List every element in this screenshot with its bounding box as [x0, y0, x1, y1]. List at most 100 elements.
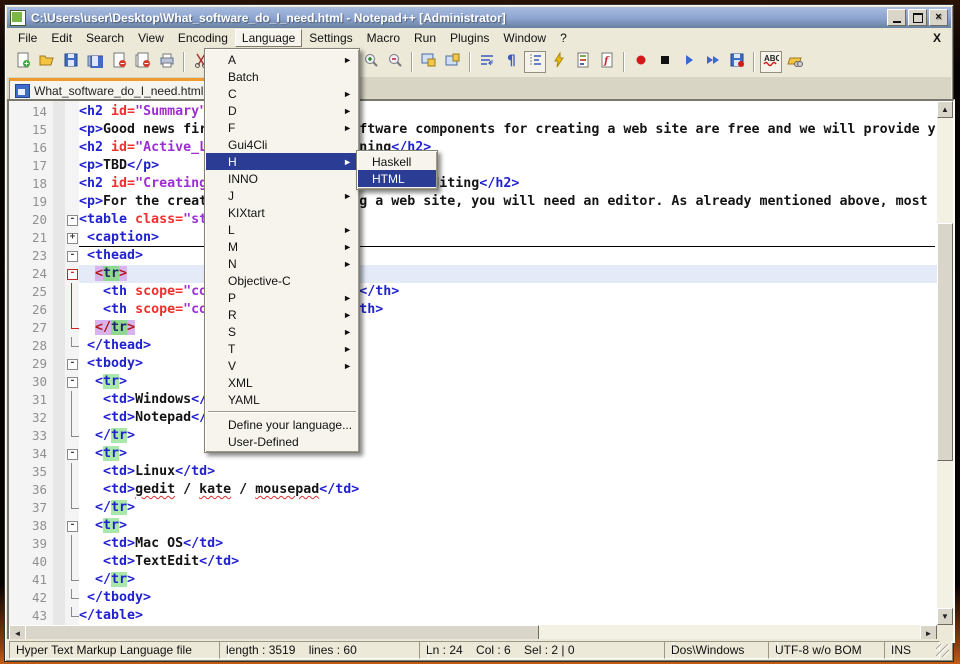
fold-marker-minus[interactable]: -: [65, 265, 79, 283]
language-menu-item-r[interactable]: R►: [206, 306, 358, 323]
language-submenu-item-html[interactable]: HTML: [358, 170, 436, 187]
menubar-item-search[interactable]: Search: [79, 29, 131, 47]
minimize-button[interactable]: [887, 9, 906, 26]
code-line-20[interactable]: 20-<table class="standard-table">: [9, 211, 937, 229]
fold-marker-minus[interactable]: -: [65, 517, 79, 535]
language-menu-item-f[interactable]: F►: [206, 119, 358, 136]
doc-link-button[interactable]: [784, 51, 806, 73]
code-line-18[interactable]: 18<h2 id="Creating diting</h2>: [9, 175, 937, 193]
vertical-scrollbar[interactable]: ▲ ▼: [937, 101, 953, 625]
language-menu-item-batch[interactable]: Batch: [206, 68, 358, 85]
language-menu-item-s[interactable]: S►: [206, 323, 358, 340]
code-line-23[interactable]: 23- <thead>: [9, 247, 937, 265]
menubar-item-file[interactable]: File: [11, 29, 44, 47]
language-menu-item-user-defined[interactable]: User-Defined: [206, 433, 358, 450]
macro-stop-button[interactable]: [654, 51, 676, 73]
code-line-16[interactable]: 16<h2 id="Active_L ning</h2>: [9, 139, 937, 157]
code-line-15[interactable]: 15<p>Good news fir ftware components for…: [9, 121, 937, 139]
resize-grip[interactable]: [936, 644, 949, 657]
menubar-item-run[interactable]: Run: [407, 29, 443, 47]
close-button[interactable]: ×: [929, 9, 948, 26]
language-menu-item-define-your-language-[interactable]: Define your language...: [206, 416, 358, 433]
language-menu-item-gui4cli[interactable]: Gui4Cli: [206, 136, 358, 153]
language-menu-item-a[interactable]: A►: [206, 51, 358, 68]
menubar-item-window[interactable]: Window: [496, 29, 553, 47]
menubar-item-view[interactable]: View: [131, 29, 171, 47]
code-line-34[interactable]: 34- <tr>: [9, 445, 937, 463]
scroll-up-arrow[interactable]: ▲: [937, 101, 953, 118]
new-file-button[interactable]: [12, 51, 34, 73]
sync-vertical-button[interactable]: [418, 51, 440, 73]
code-line-41[interactable]: 41 </tr>: [9, 571, 937, 589]
open-file-button[interactable]: [36, 51, 58, 73]
macro-play-button[interactable]: [678, 51, 700, 73]
menubar-item-help[interactable]: ?: [553, 29, 574, 47]
status-insert-mode[interactable]: INS: [884, 641, 940, 659]
function-completion-button[interactable]: [548, 51, 570, 73]
menubar-item-language[interactable]: Language: [235, 29, 302, 47]
code-line-40[interactable]: 40 <td>TextEdit</td>: [9, 553, 937, 571]
save-button[interactable]: [60, 51, 82, 73]
vertical-scroll-thumb[interactable]: [937, 223, 953, 461]
fold-marker-minus[interactable]: -: [65, 445, 79, 463]
language-menu-item-n[interactable]: N►: [206, 255, 358, 272]
document-map-button[interactable]: [572, 51, 594, 73]
status-eol-format[interactable]: Dos\Windows: [664, 641, 778, 659]
code-line-19[interactable]: 19<p>For the creat g a web site, you wil…: [9, 193, 937, 211]
code-line-14[interactable]: 14<h2 id="Summary">Summary</h2>: [9, 103, 937, 121]
code-line-36[interactable]: 36 <td>gedit / kate / mousepad</td>: [9, 481, 937, 499]
language-submenu-item-haskell[interactable]: Haskell: [358, 153, 436, 170]
language-menu-item-m[interactable]: M►: [206, 238, 358, 255]
language-menu-item-yaml[interactable]: YAML: [206, 391, 358, 408]
code-line-21[interactable]: 21+ <caption>: [9, 229, 937, 247]
macro-record-button[interactable]: [630, 51, 652, 73]
language-menu-item-p[interactable]: P►: [206, 289, 358, 306]
code-line-29[interactable]: 29- <tbody>: [9, 355, 937, 373]
function-list-button[interactable]: f: [596, 51, 618, 73]
language-menu-item-xml[interactable]: XML: [206, 374, 358, 391]
code-line-17[interactable]: 17<p>TBD</p>: [9, 157, 937, 175]
print-button[interactable]: [156, 51, 178, 73]
show-symbols-button[interactable]: ¶: [500, 51, 522, 73]
language-menu-item-j[interactable]: J►: [206, 187, 358, 204]
fold-marker-minus[interactable]: -: [65, 355, 79, 373]
menubar-item-settings[interactable]: Settings: [302, 29, 359, 47]
code-line-37[interactable]: 37 </tr>: [9, 499, 937, 517]
zoom-out-button[interactable]: [384, 51, 406, 73]
zoom-in-button[interactable]: [360, 51, 382, 73]
word-wrap-button[interactable]: [476, 51, 498, 73]
save-all-button[interactable]: [84, 51, 106, 73]
fold-marker-minus[interactable]: -: [65, 247, 79, 265]
language-menu-item-c[interactable]: C►: [206, 85, 358, 102]
code-line-26[interactable]: 26 <th scope="co th>: [9, 301, 937, 319]
code-line-39[interactable]: 39 <td>Mac OS</td>: [9, 535, 937, 553]
language-menu-item-d[interactable]: D►: [206, 102, 358, 119]
code-line-33[interactable]: 33 </tr>: [9, 427, 937, 445]
macro-save-button[interactable]: [726, 51, 748, 73]
language-menu-item-kixtart[interactable]: KIXtart: [206, 204, 358, 221]
code-line-24[interactable]: 24- <tr>: [9, 265, 937, 283]
code-area[interactable]: 14<h2 id="Summary">Summary</h2>15<p>Good…: [9, 101, 937, 625]
title-bar[interactable]: C:\Users\user\Desktop\What_software_do_I…: [7, 7, 951, 28]
macro-run-multiple-button[interactable]: [702, 51, 724, 73]
document-close-x[interactable]: X: [923, 31, 951, 45]
code-line-31[interactable]: 31 <td>Windows</td>: [9, 391, 937, 409]
code-line-32[interactable]: 32 <td>Notepad</td>: [9, 409, 937, 427]
language-menu-item-l[interactable]: L►: [206, 221, 358, 238]
code-line-43[interactable]: 43</table>: [9, 607, 937, 625]
menubar-item-encoding[interactable]: Encoding: [171, 29, 235, 47]
scroll-down-arrow[interactable]: ▼: [937, 608, 953, 625]
code-line-42[interactable]: 42 </tbody>: [9, 589, 937, 607]
sync-horizontal-button[interactable]: [442, 51, 464, 73]
fold-marker-plus[interactable]: +: [65, 229, 79, 247]
code-line-25[interactable]: 25 <th scope="col">Operating system</th>: [9, 283, 937, 301]
code-line-38[interactable]: 38- <tr>: [9, 517, 937, 535]
menubar-item-macro[interactable]: Macro: [360, 29, 407, 47]
fold-marker-minus[interactable]: -: [65, 373, 79, 391]
code-line-27[interactable]: 27 </tr>: [9, 319, 937, 337]
tab-active-document[interactable]: What_software_do_I_need.html ✕: [9, 78, 230, 101]
language-menu-item-h[interactable]: H►: [206, 153, 358, 170]
indent-guide-button[interactable]: [524, 51, 546, 73]
close-all-button[interactable]: [132, 51, 154, 73]
status-encoding[interactable]: UTF-8 w/o BOM: [768, 641, 894, 659]
